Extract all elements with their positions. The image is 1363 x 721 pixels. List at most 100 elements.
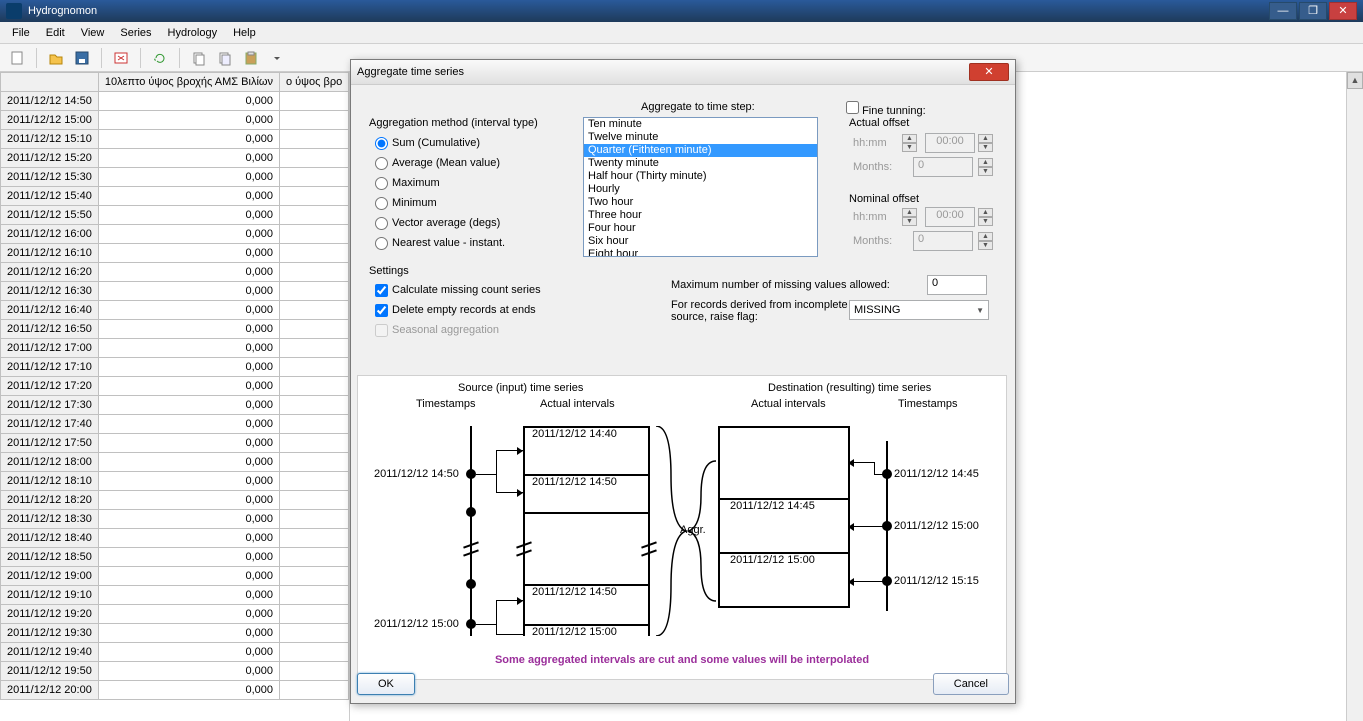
data-grid[interactable]: 10λεπτο ύψος βροχής ΑΜΣ Βιλίων ο ύψος βρ… <box>0 72 350 721</box>
table-row[interactable]: 2011/12/12 15:100,000 <box>1 130 349 149</box>
timestep-option[interactable]: Four hour <box>584 222 817 235</box>
table-row[interactable]: 2011/12/12 18:200,000 <box>1 491 349 510</box>
menu-view[interactable]: View <box>73 25 113 41</box>
hhmm2-spin-down[interactable]: ▼ <box>902 217 917 226</box>
table-row[interactable]: 2011/12/12 17:000,000 <box>1 339 349 358</box>
table-row[interactable]: 2011/12/12 17:300,000 <box>1 396 349 415</box>
actmon-spin-up[interactable]: ▲ <box>978 158 993 167</box>
table-row[interactable]: 2011/12/12 17:500,000 <box>1 434 349 453</box>
table-row[interactable]: 2011/12/12 19:200,000 <box>1 605 349 624</box>
menu-file[interactable]: File <box>4 25 38 41</box>
max-missing-input[interactable]: 0 <box>927 275 987 295</box>
table-row[interactable]: 2011/12/12 16:300,000 <box>1 282 349 301</box>
table-row[interactable]: 2011/12/12 16:100,000 <box>1 244 349 263</box>
timestep-option[interactable]: Twenty minute <box>584 157 817 170</box>
copy-icon[interactable] <box>188 47 210 69</box>
table-row[interactable]: 2011/12/12 20:000,000 <box>1 681 349 700</box>
table-row[interactable]: 2011/12/12 15:200,000 <box>1 149 349 168</box>
radio-vector-average[interactable]: Vector average (degs) <box>369 213 505 233</box>
hhmm1-spin-down[interactable]: ▼ <box>902 143 917 152</box>
table-row[interactable]: 2011/12/12 15:300,000 <box>1 168 349 187</box>
table-row[interactable]: 2011/12/12 15:500,000 <box>1 206 349 225</box>
radio-minimum[interactable]: Minimum <box>369 193 505 213</box>
table-row[interactable]: 2011/12/12 16:000,000 <box>1 225 349 244</box>
timestep-listbox[interactable]: Ten minuteTwelve minuteQuarter (Fithteen… <box>583 117 818 257</box>
radio-sum[interactable]: Sum (Cumulative) <box>369 133 505 153</box>
nomoff-spin-down[interactable]: ▼ <box>978 217 993 226</box>
open-icon[interactable] <box>45 47 67 69</box>
nommon-spin-up[interactable]: ▲ <box>978 232 993 241</box>
table-row[interactable]: 2011/12/12 19:500,000 <box>1 662 349 681</box>
table-row[interactable]: 2011/12/12 19:100,000 <box>1 586 349 605</box>
table-row[interactable]: 2011/12/12 15:000,000 <box>1 111 349 130</box>
minimize-button[interactable]: — <box>1269 2 1297 20</box>
chk-missing-count[interactable]: Calculate missing count series <box>369 280 541 300</box>
flag-select[interactable]: MISSING▼ <box>849 300 989 320</box>
table-row[interactable]: 2011/12/12 15:400,000 <box>1 187 349 206</box>
menu-hydrology[interactable]: Hydrology <box>160 25 226 41</box>
close-series-icon[interactable] <box>110 47 132 69</box>
ok-button[interactable]: OK <box>357 673 415 695</box>
table-row[interactable]: 2011/12/12 16:200,000 <box>1 263 349 282</box>
table-row[interactable]: 2011/12/12 17:100,000 <box>1 358 349 377</box>
timestep-option[interactable]: Twelve minute <box>584 131 817 144</box>
new-icon[interactable] <box>6 47 28 69</box>
maximize-button[interactable]: ❐ <box>1299 2 1327 20</box>
radio-nearest-value[interactable]: Nearest value - instant. <box>369 233 505 253</box>
actoff-spin-up[interactable]: ▲ <box>978 134 993 143</box>
timestep-option[interactable]: Half hour (Thirty minute) <box>584 170 817 183</box>
table-row[interactable]: 2011/12/12 17:200,000 <box>1 377 349 396</box>
table-row[interactable]: 2011/12/12 18:000,000 <box>1 453 349 472</box>
nomoff-spin-up[interactable]: ▲ <box>978 208 993 217</box>
actual-offset-months[interactable]: 0 <box>913 157 973 177</box>
actoff-spin-down[interactable]: ▼ <box>978 143 993 152</box>
scroll-up-icon[interactable]: ▲ <box>1347 72 1363 89</box>
dropdown-icon[interactable] <box>266 47 288 69</box>
timestep-option[interactable]: Eight hour <box>584 248 817 257</box>
hhmm2-spin-up[interactable]: ▲ <box>902 208 917 217</box>
table-row[interactable]: 2011/12/12 14:500,000 <box>1 92 349 111</box>
nommon-spin-down[interactable]: ▼ <box>978 241 993 250</box>
timestep-option[interactable]: Three hour <box>584 209 817 222</box>
timestep-option[interactable]: Hourly <box>584 183 817 196</box>
close-button[interactable]: ✕ <box>1329 2 1357 20</box>
chk-delete-empty[interactable]: Delete empty records at ends <box>369 300 541 320</box>
dialog-titlebar[interactable]: Aggregate time series ✕ <box>351 60 1015 85</box>
vertical-scrollbar[interactable]: ▲ <box>1346 72 1363 721</box>
table-row[interactable]: 2011/12/12 16:500,000 <box>1 320 349 339</box>
actmon-spin-down[interactable]: ▼ <box>978 167 993 176</box>
col1-header[interactable]: 10λεπτο ύψος βροχής ΑΜΣ Βιλίων <box>98 73 279 92</box>
table-row[interactable]: 2011/12/12 19:300,000 <box>1 624 349 643</box>
timestep-option[interactable]: Six hour <box>584 235 817 248</box>
table-row[interactable]: 2011/12/12 18:300,000 <box>1 510 349 529</box>
table-row[interactable]: 2011/12/12 19:400,000 <box>1 643 349 662</box>
table-row[interactable]: 2011/12/12 16:400,000 <box>1 301 349 320</box>
dialog-close-button[interactable]: ✕ <box>969 63 1009 81</box>
actual-offset-time[interactable]: 00:00 <box>925 133 975 153</box>
copy2-icon[interactable] <box>214 47 236 69</box>
col2-header[interactable]: ο ύψος βρο <box>279 73 348 92</box>
radio-average[interactable]: Average (Mean value) <box>369 153 505 173</box>
menu-series[interactable]: Series <box>112 25 159 41</box>
menu-help[interactable]: Help <box>225 25 264 41</box>
nominal-offset-time[interactable]: 00:00 <box>925 207 975 227</box>
timestep-option[interactable]: Two hour <box>584 196 817 209</box>
radio-maximum[interactable]: Maximum <box>369 173 505 193</box>
timestep-option[interactable]: Ten minute <box>584 118 817 131</box>
paste-icon[interactable] <box>240 47 262 69</box>
nominal-offset-months[interactable]: 0 <box>913 231 973 251</box>
table-row[interactable]: 2011/12/12 18:500,000 <box>1 548 349 567</box>
refresh-icon[interactable] <box>149 47 171 69</box>
timestep-option[interactable]: Quarter (Fithteen minute) <box>584 144 817 157</box>
fine-tuning-checkbox[interactable] <box>846 101 859 114</box>
menu-edit[interactable]: Edit <box>38 25 73 41</box>
fine-tuning-check-row[interactable]: Fine tunning: <box>846 101 926 117</box>
table-row[interactable]: 2011/12/12 18:100,000 <box>1 472 349 491</box>
hhmm1-spin-up[interactable]: ▲ <box>902 134 917 143</box>
table-row[interactable]: 2011/12/12 17:400,000 <box>1 415 349 434</box>
table-row[interactable]: 2011/12/12 18:400,000 <box>1 529 349 548</box>
save-icon[interactable] <box>71 47 93 69</box>
table-row[interactable]: 2011/12/12 19:000,000 <box>1 567 349 586</box>
cancel-button[interactable]: Cancel <box>933 673 1009 695</box>
chk-seasonal[interactable]: Seasonal aggregation <box>369 320 541 340</box>
